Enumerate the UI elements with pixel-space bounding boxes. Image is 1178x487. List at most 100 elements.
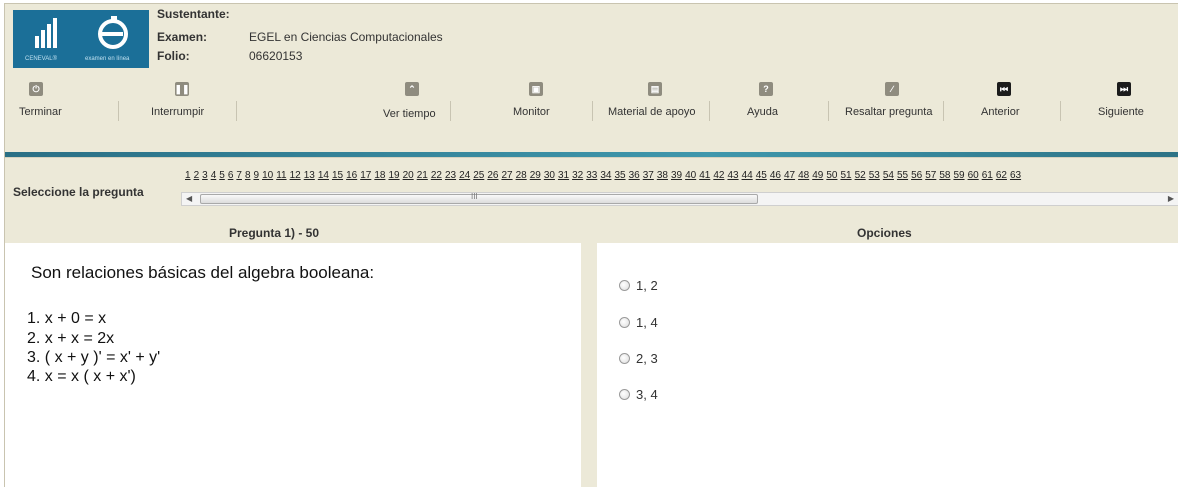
question-number-link[interactable]: 42: [713, 170, 724, 181]
question-number-link[interactable]: 22: [431, 170, 442, 181]
question-number-link[interactable]: 63: [1010, 170, 1021, 181]
question-number-link[interactable]: 5: [219, 170, 225, 181]
toolbar-separator: [1060, 101, 1061, 121]
resaltar-pregunta-label: Resaltar pregunta: [845, 106, 933, 118]
question-number-link[interactable]: 61: [982, 170, 993, 181]
question-number-link[interactable]: 7: [236, 170, 242, 181]
question-number-link[interactable]: 33: [586, 170, 597, 181]
ayuda-button[interactable]: ? Ayuda: [747, 78, 797, 126]
question-number-link[interactable]: 36: [629, 170, 640, 181]
horizontal-scrollbar[interactable]: ◀ III ▶: [181, 192, 1178, 206]
question-number-link[interactable]: 16: [346, 170, 357, 181]
question-number-link[interactable]: 10: [262, 170, 273, 181]
question-number-link[interactable]: 47: [784, 170, 795, 181]
examen-en-linea-logo: examen en línea: [85, 14, 143, 64]
question-number-link[interactable]: 15: [332, 170, 343, 181]
interrumpir-button[interactable]: ❚❚ Interrumpir: [151, 78, 211, 126]
folio-value: 06620153: [249, 49, 303, 63]
question-number-link[interactable]: 13: [304, 170, 315, 181]
ceneval-logo: CENEVAL®: [25, 14, 69, 64]
sustentante-label: Sustentante:: [157, 7, 230, 21]
question-number-link[interactable]: 57: [925, 170, 936, 181]
question-number-link[interactable]: 27: [501, 170, 512, 181]
question-number-link[interactable]: 54: [883, 170, 894, 181]
terminar-button[interactable]: ⏻ Terminar: [19, 78, 79, 126]
toolbar-separator: [709, 101, 710, 121]
question-number-link[interactable]: 9: [254, 170, 260, 181]
question-number-link[interactable]: 11: [276, 170, 286, 181]
question-number-link[interactable]: 24: [459, 170, 470, 181]
monitor-icon: ▣: [529, 82, 543, 96]
question-number-link[interactable]: 34: [600, 170, 611, 181]
question-number-link[interactable]: 56: [911, 170, 922, 181]
question-number-link[interactable]: 32: [572, 170, 583, 181]
anterior-label: Anterior: [981, 106, 1020, 118]
question-number-link[interactable]: 39: [671, 170, 682, 181]
question-number-link[interactable]: 48: [798, 170, 809, 181]
question-number-link[interactable]: 58: [939, 170, 950, 181]
question-number-link[interactable]: 49: [812, 170, 823, 181]
question-number-link[interactable]: 41: [699, 170, 710, 181]
question-number-link[interactable]: 35: [614, 170, 625, 181]
question-number-link[interactable]: 30: [544, 170, 555, 181]
option-2[interactable]: 1, 4: [619, 315, 658, 330]
scroll-left-icon[interactable]: ◀: [186, 194, 192, 203]
radio-button[interactable]: [619, 353, 630, 364]
radio-button[interactable]: [619, 280, 630, 291]
question-number-link[interactable]: 18: [374, 170, 385, 181]
question-number-link[interactable]: 26: [487, 170, 498, 181]
question-number-link[interactable]: 29: [530, 170, 541, 181]
question-number-link[interactable]: 40: [685, 170, 696, 181]
question-number-link[interactable]: 51: [840, 170, 851, 181]
question-number-link[interactable]: 8: [245, 170, 251, 181]
radio-button[interactable]: [619, 389, 630, 400]
radio-button[interactable]: [619, 317, 630, 328]
question-number-link[interactable]: 52: [855, 170, 866, 181]
question-number-link[interactable]: 19: [388, 170, 399, 181]
scroll-thumb[interactable]: III: [200, 192, 758, 204]
question-number-link[interactable]: 28: [516, 170, 527, 181]
question-number-link[interactable]: 50: [826, 170, 837, 181]
question-number-link[interactable]: 23: [445, 170, 456, 181]
question-number-link[interactable]: 59: [953, 170, 964, 181]
question-number-link[interactable]: 37: [643, 170, 654, 181]
resaltar-pregunta-button[interactable]: ∕ Resaltar pregunta: [845, 78, 955, 126]
folio-label: Folio:: [157, 49, 190, 63]
question-number-link[interactable]: 62: [996, 170, 1007, 181]
ver-tiempo-button[interactable]: ⌃ Ver tiempo: [383, 78, 443, 126]
ceneval-caption: CENEVAL®: [25, 56, 57, 62]
option-1[interactable]: 1, 2: [619, 278, 658, 293]
question-number-link[interactable]: 6: [228, 170, 234, 181]
question-number-link[interactable]: 55: [897, 170, 908, 181]
question-number-link[interactable]: 3: [202, 170, 208, 181]
question-number-link[interactable]: 1: [185, 170, 191, 181]
question-number-link[interactable]: 14: [318, 170, 329, 181]
option-4[interactable]: 3, 4: [619, 387, 658, 402]
question-number-link[interactable]: 12: [290, 170, 301, 181]
question-number-link[interactable]: 4: [211, 170, 217, 181]
question-number-link[interactable]: 20: [403, 170, 414, 181]
toolbar-separator: [592, 101, 593, 121]
question-number-link[interactable]: 53: [869, 170, 880, 181]
monitor-button[interactable]: ▣ Monitor: [511, 78, 561, 126]
question-number-link[interactable]: 60: [968, 170, 979, 181]
question-panel: Son relaciones básicas del algebra boole…: [5, 243, 583, 487]
question-number-link[interactable]: 38: [657, 170, 668, 181]
question-number-link[interactable]: 43: [727, 170, 738, 181]
question-number-link[interactable]: 46: [770, 170, 781, 181]
question-number-link[interactable]: 44: [742, 170, 753, 181]
panel-divider: [583, 243, 597, 487]
scroll-right-icon[interactable]: ▶: [1168, 194, 1174, 203]
option-3[interactable]: 2, 3: [619, 351, 658, 366]
question-number-link[interactable]: 25: [473, 170, 484, 181]
question-number-link[interactable]: 21: [417, 170, 428, 181]
material-apoyo-button[interactable]: ▤ Material de apoyo: [608, 78, 708, 126]
question-number-link[interactable]: 31: [558, 170, 569, 181]
ver-tiempo-label: Ver tiempo: [383, 108, 436, 120]
siguiente-button[interactable]: ⏭ Siguiente: [1098, 78, 1154, 126]
anterior-button[interactable]: ⏮ Anterior: [981, 78, 1031, 126]
question-item: 4. x = x ( x + x'): [27, 368, 136, 385]
question-number-link[interactable]: 2: [194, 170, 200, 181]
question-number-link[interactable]: 17: [360, 170, 371, 181]
question-number-link[interactable]: 45: [756, 170, 767, 181]
